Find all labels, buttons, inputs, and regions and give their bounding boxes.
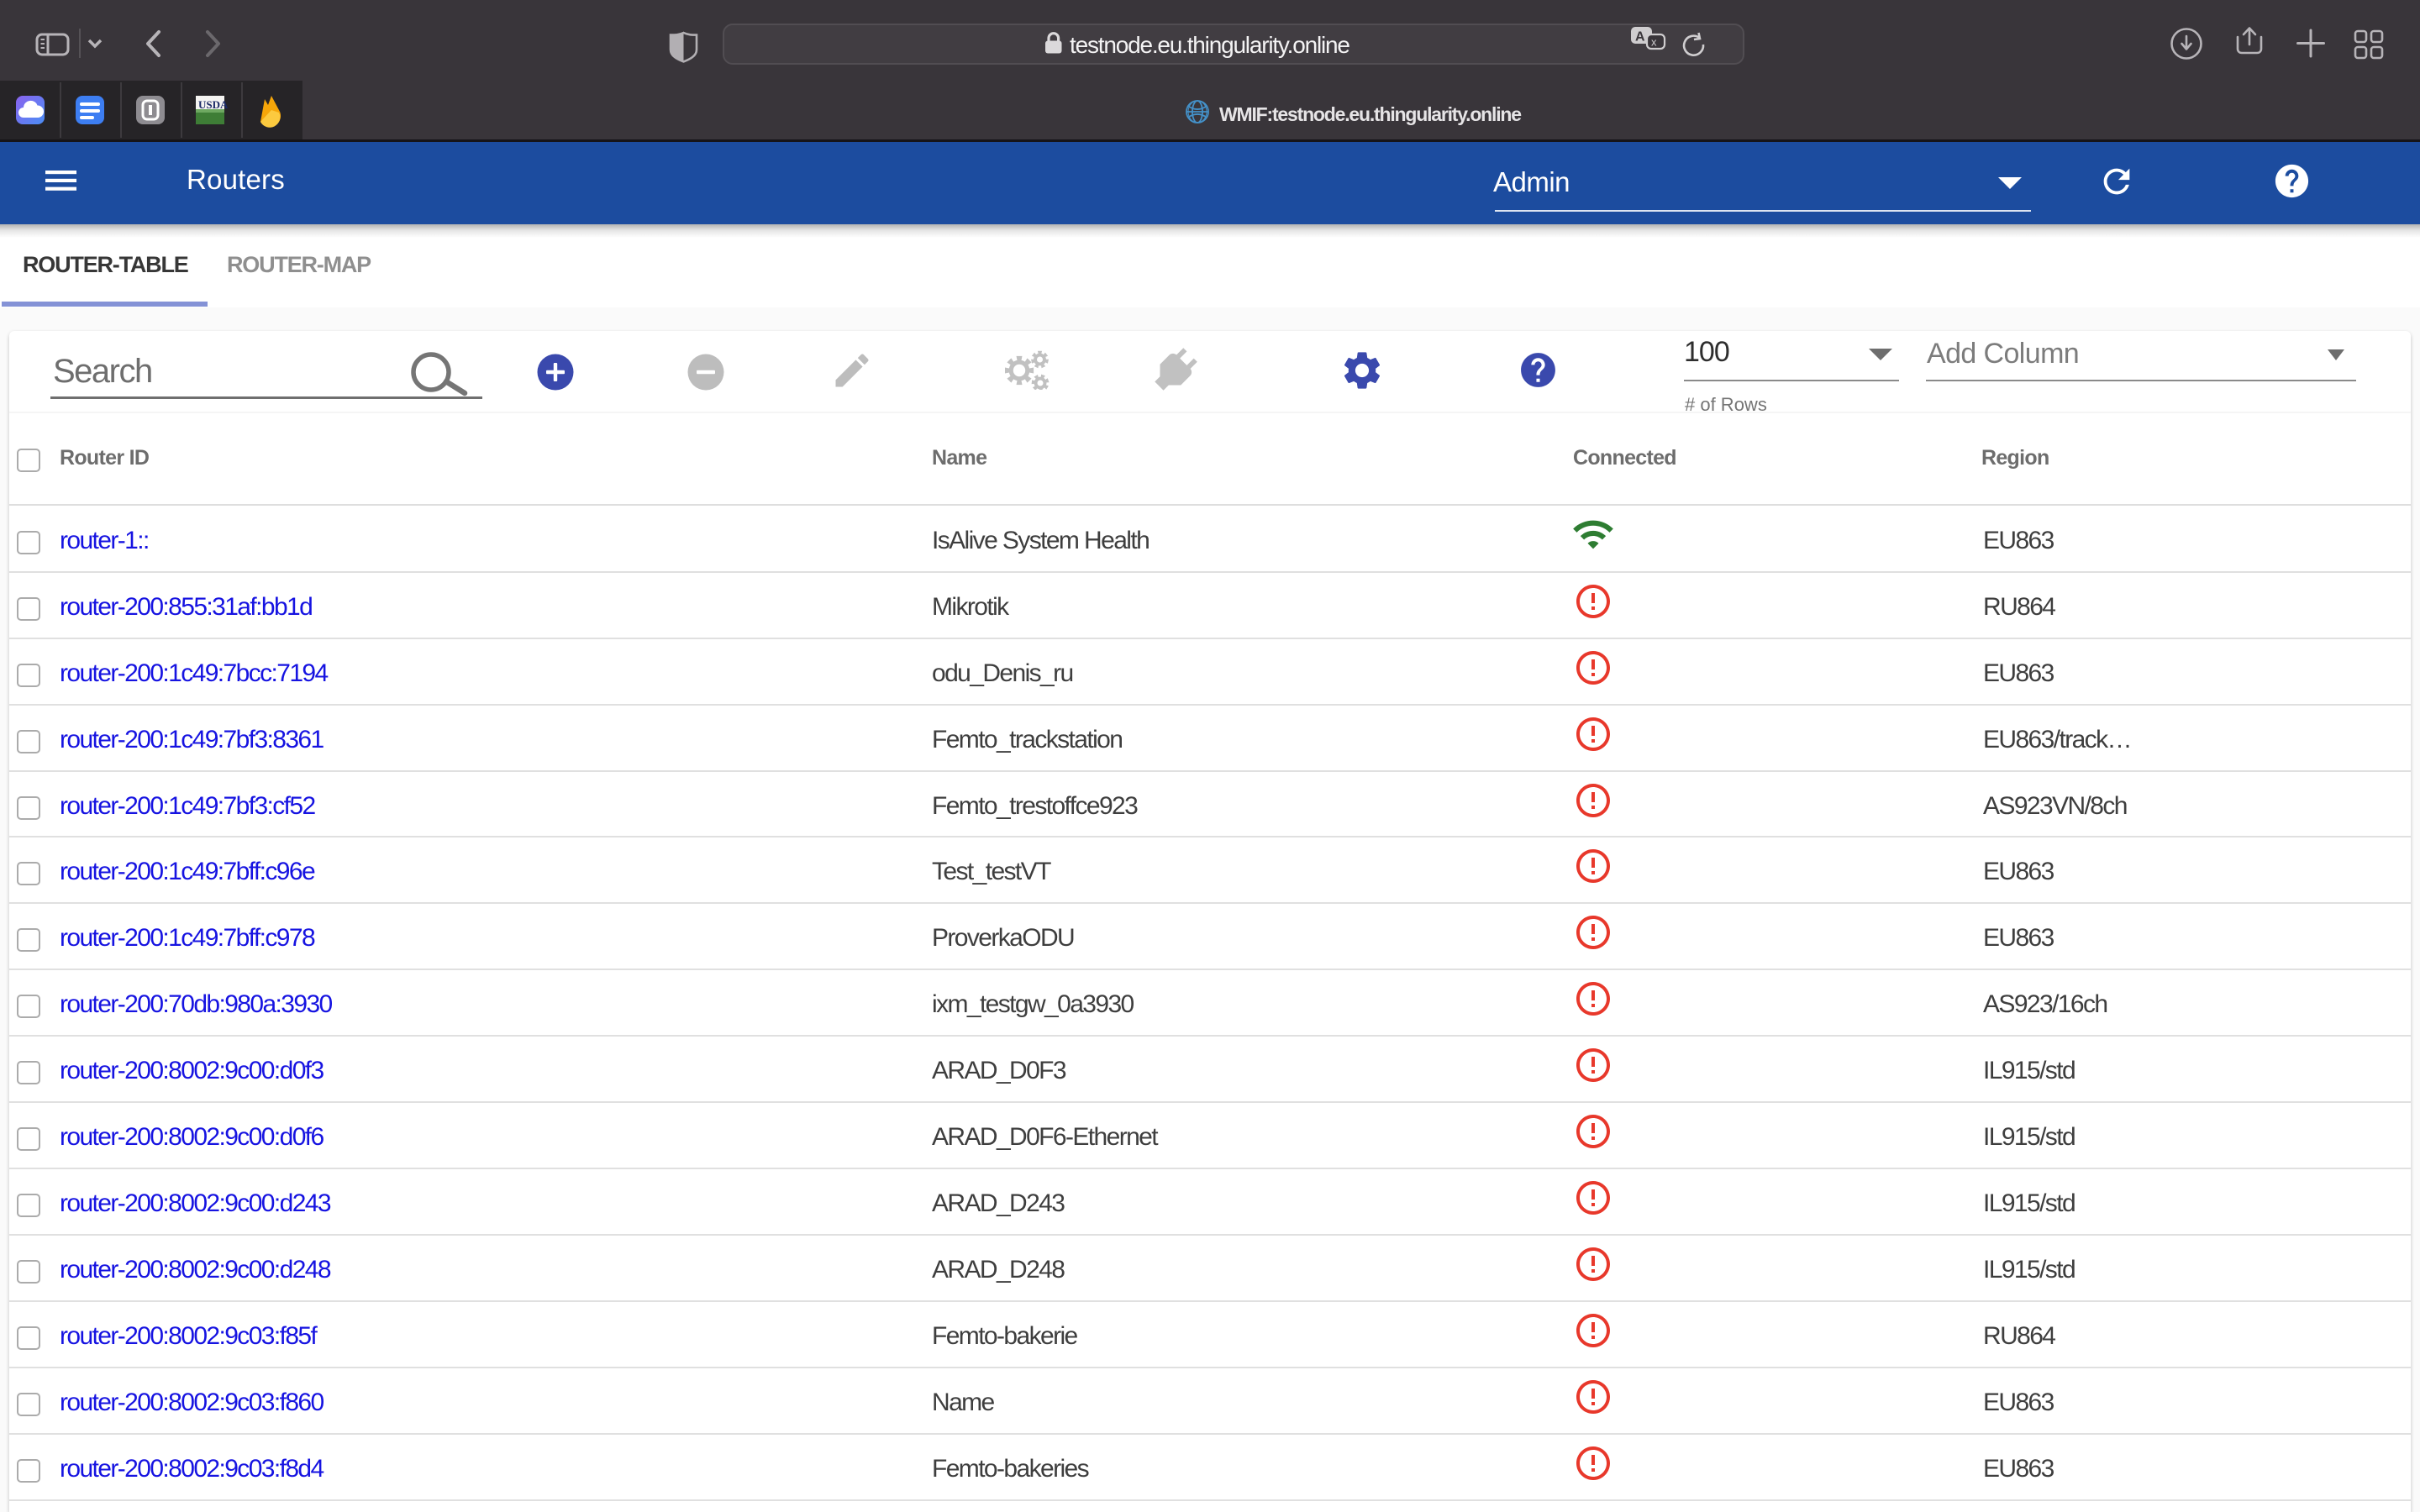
svg-text:USDA: USDA <box>198 98 229 111</box>
svg-text:x: x <box>1651 36 1657 49</box>
svg-text:A: A <box>1635 30 1645 45</box>
